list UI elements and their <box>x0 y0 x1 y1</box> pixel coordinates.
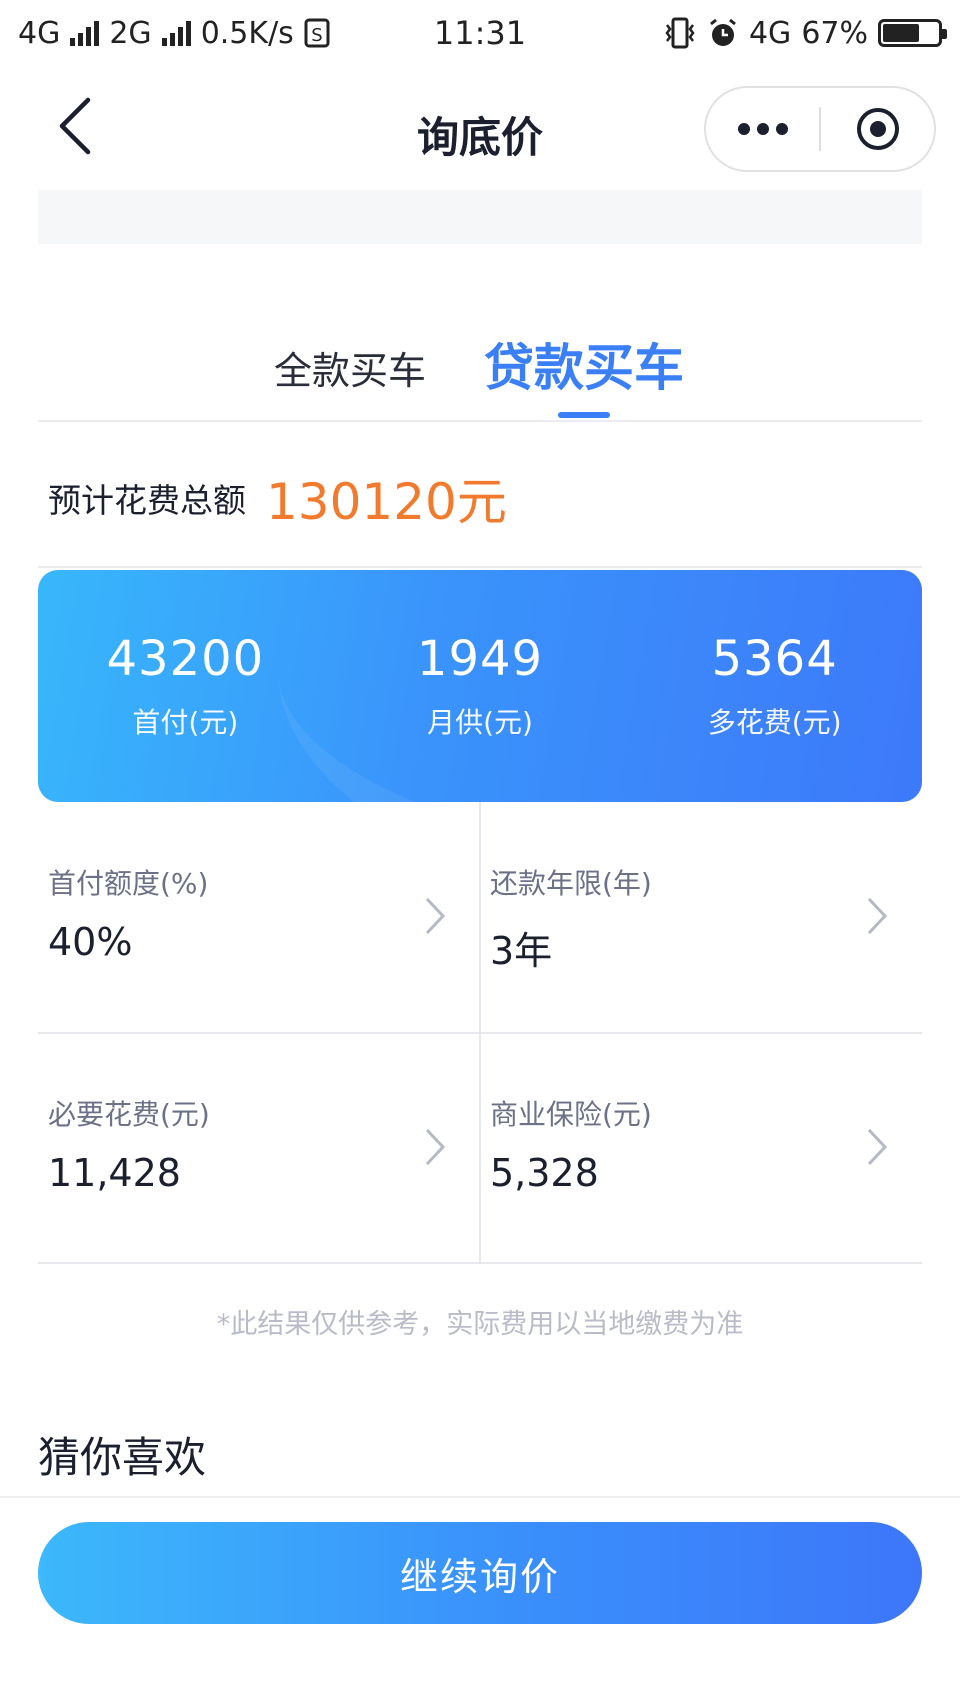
monthly-payment-value: 1949 <box>416 631 544 687</box>
vibrate-icon <box>665 17 695 49</box>
option-label: 商业保险(元) <box>490 1098 652 1131</box>
down-payment-ratio-option[interactable]: 首付额度(%) 40% <box>38 802 480 1033</box>
nav-bar: 询底价 <box>0 66 960 190</box>
extra-cost-value: 5364 <box>711 631 838 687</box>
monthly-payment-label: 月供(元) <box>427 706 533 739</box>
tab-loan[interactable]: 贷款买车 <box>484 328 684 400</box>
total-cost-value: 130120元 <box>266 473 507 531</box>
extra-cost-summary: 5364 多花费(元) <box>627 631 922 741</box>
sim-icon: S <box>304 18 330 48</box>
required-fees-option[interactable]: 必要花费(元) 11,428 <box>38 1033 480 1264</box>
chevron-right-icon <box>425 897 446 935</box>
chevron-right-icon <box>425 1128 446 1166</box>
divider <box>38 566 922 568</box>
signal-icon <box>70 20 100 46</box>
chevron-right-icon <box>867 1128 888 1166</box>
network-type-2: 2G <box>109 15 152 51</box>
mini-program-capsule <box>704 86 936 172</box>
option-value: 11,428 <box>48 1151 181 1195</box>
loan-options-grid: 首付额度(%) 40% 还款年限(年) 3年 必要花费(元) 11,428 商业… <box>38 802 922 1264</box>
down-payment-label: 首付(元) <box>132 706 239 739</box>
option-value: 40% <box>48 920 133 964</box>
battery-level <box>883 24 920 42</box>
more-dots-icon <box>737 123 788 135</box>
extra-cost-label: 多花费(元) <box>707 706 842 739</box>
signal-icon <box>161 20 191 46</box>
network-type-3: 4G <box>748 15 792 51</box>
status-bar: 4G 2G 0.5K/s S 11:31 4G 67% <box>0 0 960 66</box>
divider <box>38 420 922 422</box>
alarm-icon <box>710 18 736 46</box>
chevron-right-icon <box>867 897 888 935</box>
monthly-payment-summary: 1949 月供(元) <box>333 631 628 741</box>
status-right: 4G 67% <box>663 15 947 51</box>
continue-inquiry-button[interactable]: 继续询价 <box>38 1522 922 1624</box>
target-icon <box>856 108 899 150</box>
loan-summary-card: 43200 首付(元) 1949 月供(元) 5364 多花费(元) <box>38 570 922 802</box>
grid-divider-horizontal <box>38 1262 922 1264</box>
tab-full-payment[interactable]: 全款买车 <box>274 340 426 395</box>
repayment-years-option[interactable]: 还款年限(年) 3年 <box>480 802 922 1033</box>
down-payment-value: 43200 <box>106 631 265 687</box>
network-speed: 0.5K/s <box>200 15 294 51</box>
disclaimer-text: *此结果仅供参考，实际费用以当地缴费为准 <box>216 1309 744 1340</box>
close-mini-program-button[interactable] <box>821 88 934 170</box>
down-payment-summary: 43200 首付(元) <box>38 631 333 741</box>
option-value: 3年 <box>490 929 553 973</box>
battery-icon <box>878 19 947 47</box>
purchase-tabs: 全款买车 贷款买车 <box>0 318 960 422</box>
network-type-1: 4G <box>18 15 61 51</box>
battery-percent: 67% <box>801 15 868 51</box>
commercial-insurance-option[interactable]: 商业保险(元) 5,328 <box>480 1033 922 1264</box>
option-value: 5,328 <box>490 1151 599 1195</box>
active-tab-indicator <box>558 412 610 418</box>
option-label: 首付额度(%) <box>48 867 209 900</box>
price-info-card <box>38 190 922 244</box>
grid-divider-horizontal <box>38 1032 922 1034</box>
svg-text:S: S <box>311 25 322 46</box>
option-label: 必要花费(元) <box>48 1098 210 1131</box>
bottom-bar: 继续询价 <box>0 1496 960 1706</box>
recommendations-title: 猜你喜欢 <box>38 1433 207 1482</box>
option-label: 还款年限(年) <box>490 867 652 900</box>
total-cost-label: 预计花费总额 <box>48 481 246 520</box>
more-button[interactable] <box>706 88 819 170</box>
status-left: 4G 2G 0.5K/s S <box>18 16 330 51</box>
